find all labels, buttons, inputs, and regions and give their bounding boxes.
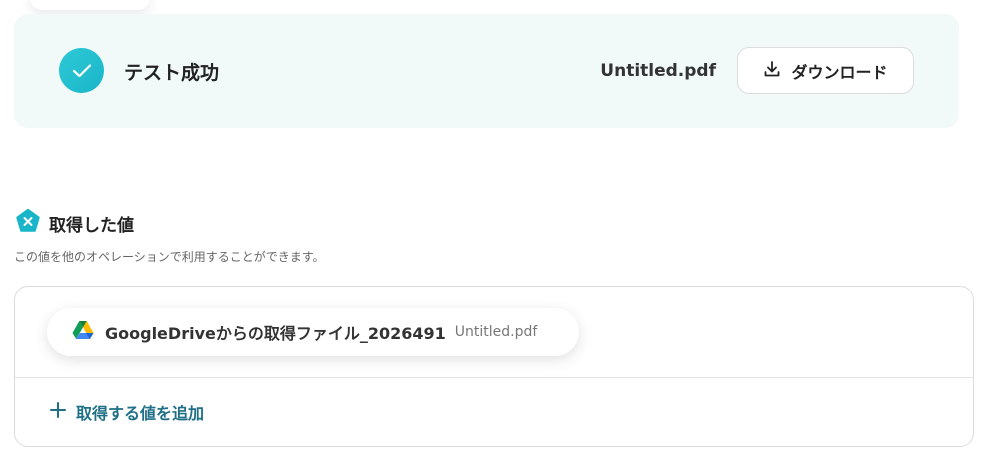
download-button-label: ダウンロード bbox=[791, 62, 888, 82]
variable-badge-icon bbox=[15, 208, 41, 238]
acquired-values-header: 取得した値 bbox=[15, 208, 134, 238]
test-result-card: テスト成功 Untitled.pdf ダウンロード bbox=[14, 14, 959, 128]
download-button[interactable]: ダウンロード bbox=[737, 47, 914, 94]
acquired-value-name: GoogleDriveからの取得ファイル_2026491 bbox=[105, 324, 446, 343]
google-drive-icon bbox=[72, 320, 94, 344]
divider bbox=[15, 377, 973, 378]
acquired-values-title: 取得した値 bbox=[49, 215, 134, 236]
test-result-label: テスト成功 bbox=[124, 62, 220, 84]
plus-icon bbox=[49, 401, 67, 423]
add-value-button[interactable]: 取得する値を追加 bbox=[49, 399, 204, 425]
add-value-label: 取得する値を追加 bbox=[76, 404, 205, 423]
acquired-value-sample: Untitled.pdf bbox=[454, 324, 538, 340]
success-check-icon bbox=[59, 48, 104, 93]
result-file-name: Untitled.pdf bbox=[600, 61, 716, 81]
download-icon bbox=[763, 60, 781, 82]
previous-card-edge bbox=[30, 0, 150, 10]
acquired-values-box: GoogleDriveからの取得ファイル_2026491 Untitled.pd… bbox=[14, 286, 974, 447]
acquired-values-description: この値を他のオペレーションで利用することができます。 bbox=[14, 250, 325, 264]
acquired-value-chip[interactable]: GoogleDriveからの取得ファイル_2026491 Untitled.pd… bbox=[47, 308, 579, 356]
